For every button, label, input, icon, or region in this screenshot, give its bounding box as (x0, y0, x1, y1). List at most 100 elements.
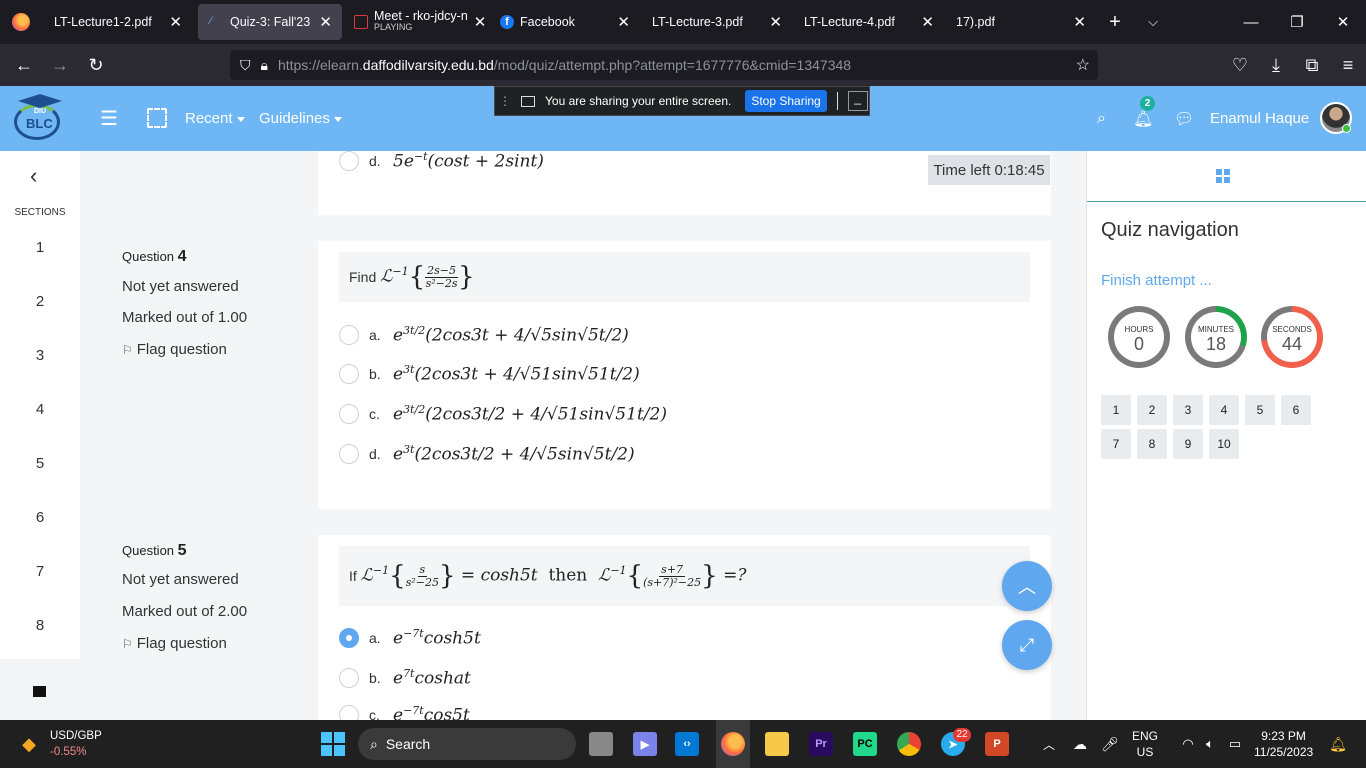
archive-icon[interactable] (33, 686, 46, 697)
close-window-icon[interactable]: ✕ (1320, 13, 1366, 31)
hide-bar-icon[interactable]: _ (847, 91, 868, 111)
microphone-icon[interactable]: 🎤︎ (1100, 720, 1120, 768)
section-item[interactable]: 2 (0, 293, 80, 310)
section-item[interactable]: 6 (0, 509, 80, 526)
clock[interactable]: 9:23 PM 11/25/2023 (1254, 728, 1313, 760)
q5-option-c[interactable]: c. e−7tcos5t (339, 702, 470, 720)
chevron-up-icon[interactable]: ︿ (1040, 720, 1058, 768)
extensions-icon[interactable]: ⧉ (1294, 55, 1330, 76)
flag-question-link[interactable]: ⚐ Flag question (122, 635, 227, 652)
powerpoint-icon[interactable]: P (984, 720, 1010, 768)
battery-icon[interactable]: ▭ (1224, 720, 1246, 768)
recent-menu[interactable]: Recent (185, 110, 245, 127)
close-icon[interactable]: ✕ (1073, 13, 1086, 31)
pocket-icon[interactable]: ♡ (1222, 55, 1258, 76)
firefox-menu-button[interactable] (0, 0, 42, 44)
tab-meet[interactable]: Meet - rko-jdcy-n PLAYING ✕ (342, 4, 488, 40)
close-icon[interactable]: ✕ (921, 13, 934, 31)
taskbar-search[interactable]: ⌕ Search (358, 728, 576, 760)
meet-chat-icon[interactable]: ▶ (632, 720, 658, 768)
section-item[interactable]: 4 (0, 401, 80, 418)
reload-icon[interactable]: ↻ (78, 55, 114, 76)
q4-option-b[interactable]: b. e3t(2cos3t + 4/√51sin√51t/2) (339, 361, 640, 387)
tab-lecture-1-2[interactable]: LT-Lecture1-2.pdf ✕ (42, 4, 192, 40)
chat-bubble-icon[interactable]: 💬︎ (1174, 109, 1194, 129)
flag-question-link[interactable]: ⚐ Flag question (122, 341, 227, 358)
close-icon[interactable]: ✕ (474, 13, 487, 31)
back-arrow-icon[interactable]: ← (6, 55, 42, 76)
cloud-icon[interactable]: ☁ (1068, 720, 1092, 768)
task-view-icon[interactable] (588, 720, 614, 768)
pycharm-icon[interactable]: PC (852, 720, 878, 768)
quiz-nav-question-3[interactable]: 3 (1173, 395, 1203, 425)
list-tabs-chevron-icon[interactable]: ⌵ (1134, 14, 1172, 30)
tab-17-pdf[interactable]: 17).pdf ✕ (944, 4, 1096, 40)
ticker-widget[interactable]: USD/GBP -0.55% (50, 728, 102, 760)
quiz-nav-question-10[interactable]: 10 (1209, 429, 1239, 459)
chevron-left-icon[interactable]: ‹ (30, 163, 37, 189)
restore-icon[interactable]: ❐ (1274, 13, 1320, 31)
new-tab-plus-icon[interactable]: + (1096, 11, 1134, 34)
radio-button[interactable] (339, 364, 359, 384)
q4-option-a[interactable]: a. e3t/2(2cos3t + 4/√5sin√5t/2) (339, 322, 629, 348)
q5-option-a[interactable]: a. e−7tcosh5t (339, 625, 481, 651)
wifi-icon[interactable]: ◠ (1178, 720, 1198, 768)
vscode-icon[interactable]: ‹› (674, 720, 700, 768)
shield-icon[interactable]: ⛉ (240, 57, 251, 74)
chrome-icon[interactable] (896, 720, 922, 768)
expand-button[interactable]: ⤢ (1002, 620, 1052, 670)
quiz-nav-question-5[interactable]: 5 (1245, 395, 1275, 425)
volume-icon[interactable]: 🔈︎ (1200, 720, 1220, 768)
section-item[interactable]: 1 (0, 239, 80, 256)
section-item[interactable]: 7 (0, 563, 80, 580)
tab-lecture-4[interactable]: LT-Lecture-4.pdf ✕ (792, 4, 944, 40)
q4-option-c[interactable]: c. e3t/2(2cos3t/2 + 4/√51sin√51t/2) (339, 401, 667, 427)
radio-button[interactable] (339, 705, 359, 720)
section-item[interactable]: 8 (0, 617, 80, 634)
url-bar[interactable]: ⛉ 🔒︎ https://elearn. daffodilvarsity.edu.… (230, 50, 1098, 80)
lock-icon[interactable]: 🔒︎ (261, 57, 268, 74)
downloads-icon[interactable]: ⤓ (1258, 55, 1294, 76)
quiz-nav-question-7[interactable]: 7 (1101, 429, 1131, 459)
search-icon[interactable]: ⌕ (1097, 110, 1106, 128)
premiere-icon[interactable]: Pr (808, 720, 834, 768)
grid-icon[interactable] (1216, 169, 1230, 183)
q5-option-b[interactable]: b. e7tcoshat (339, 665, 471, 691)
guidelines-menu[interactable]: Guidelines (259, 110, 342, 127)
close-icon[interactable]: ✕ (169, 13, 182, 31)
quiz-nav-question-1[interactable]: 1 (1101, 395, 1131, 425)
close-icon[interactable]: ✕ (617, 13, 630, 31)
quiz-nav-question-4[interactable]: 4 (1209, 395, 1239, 425)
bookmark-star-icon[interactable]: ☆ (1076, 55, 1090, 75)
firefox-taskbar-icon[interactable] (716, 720, 750, 768)
tab-lecture-3[interactable]: LT-Lecture-3.pdf ✕ (640, 4, 792, 40)
radio-button[interactable] (339, 444, 359, 464)
language-indicator[interactable]: ENG US (1132, 728, 1158, 760)
tab-quiz-3[interactable]: ⁄ Quiz-3: Fall'23 (CI ✕ (198, 4, 342, 40)
quiz-nav-question-8[interactable]: 8 (1137, 429, 1167, 459)
drag-handle-icon[interactable]: ⋮ (495, 94, 515, 108)
quiz-nav-question-6[interactable]: 6 (1281, 395, 1311, 425)
stop-sharing-button[interactable]: Stop Sharing (745, 90, 827, 112)
finish-attempt-link[interactable]: Finish attempt ... (1101, 272, 1212, 289)
tab-facebook[interactable]: f Facebook ✕ (488, 4, 640, 40)
close-icon[interactable]: ✕ (769, 13, 782, 31)
section-item[interactable]: 5 (0, 455, 80, 472)
quiz-nav-question-2[interactable]: 2 (1137, 395, 1167, 425)
fullscreen-icon[interactable] (147, 108, 167, 128)
radio-button[interactable] (339, 404, 359, 424)
prev-option-d[interactable]: d. 5e−t(cost + 2sint) (339, 148, 544, 174)
radio-button[interactable] (339, 325, 359, 345)
hamburger-menu-icon[interactable]: ☰ (100, 106, 118, 131)
section-item[interactable]: 3 (0, 347, 80, 364)
radio-button[interactable] (339, 151, 359, 171)
app-menu-icon[interactable]: ≡ (1330, 55, 1366, 76)
radio-button-selected[interactable] (339, 628, 359, 648)
minimize-icon[interactable]: — (1228, 14, 1274, 31)
user-name[interactable]: Enamul Haque (1210, 110, 1309, 127)
start-windows-icon[interactable] (318, 720, 348, 768)
quiz-nav-question-9[interactable]: 9 (1173, 429, 1203, 459)
bell-icon[interactable]: 🔔︎ (1133, 109, 1153, 129)
ticker-widget-icon[interactable]: ◆ (14, 720, 44, 768)
forward-arrow-icon[interactable]: → (42, 55, 78, 76)
